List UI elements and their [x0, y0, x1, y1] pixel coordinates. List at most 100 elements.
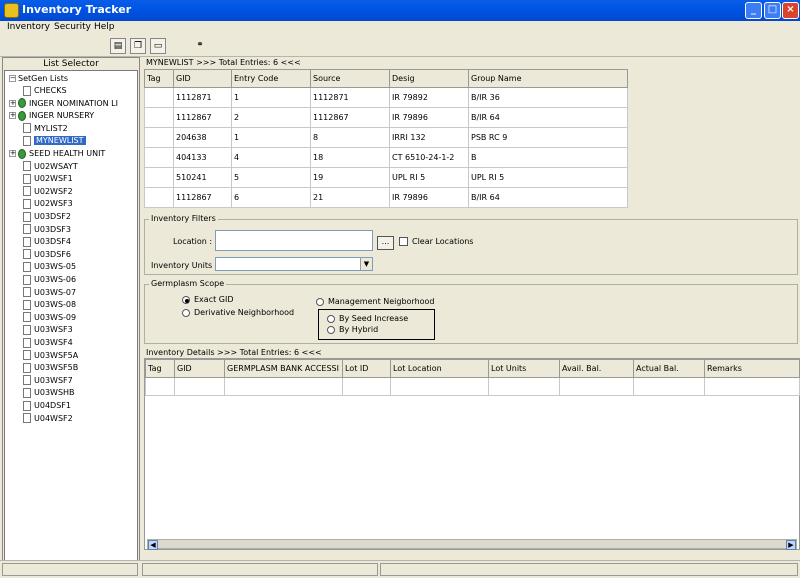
list-table[interactable]: Tag GID Entry Code Source Desig Group Name 11…: [144, 69, 628, 208]
expand-icon[interactable]: +: [9, 150, 16, 157]
table-cell[interactable]: 204638: [173, 127, 232, 148]
table-cell[interactable]: 1: [231, 87, 311, 108]
column-header[interactable]: Lot ID: [342, 359, 391, 378]
table-cell[interactable]: 21: [310, 187, 390, 208]
tree-item[interactable]: MYLIST2: [23, 123, 68, 135]
table-cell[interactable]: 2: [231, 107, 311, 128]
maximize-button[interactable]: □: [764, 2, 781, 19]
copy-icon[interactable]: ❐: [130, 38, 146, 54]
table-cell[interactable]: 1: [231, 127, 311, 148]
tree-item[interactable]: U02WSF3: [23, 198, 73, 210]
tree-item[interactable]: U03WSF5A: [23, 350, 78, 362]
details-table[interactable]: Tag GID GERMPLASM BANK ACCESSI Lot ID Lot Lo…: [145, 359, 800, 396]
table-cell[interactable]: 1112871: [173, 87, 232, 108]
clear-locations-checkbox[interactable]: Clear Locations: [399, 237, 473, 246]
tree-item[interactable]: U02WSF2: [23, 186, 73, 198]
hybrid-radio[interactable]: By Hybrid: [327, 325, 378, 334]
browse-location-button[interactable]: ...: [377, 236, 394, 250]
column-header[interactable]: Source: [310, 69, 390, 88]
column-header[interactable]: Lot Location: [390, 359, 489, 378]
list-tree[interactable]: − SetGen Lists CHECKS + INGER NOMINATION LI…: [4, 70, 138, 575]
tree-item[interactable]: U03WSF3: [23, 324, 73, 336]
column-header[interactable]: Tag: [144, 69, 174, 88]
derivative-radio[interactable]: Derivative Neighborhood: [182, 308, 294, 317]
column-header[interactable]: Group Name: [468, 69, 628, 88]
tree-item[interactable]: U03DSF2: [23, 211, 71, 223]
table-cell[interactable]: IR 79896: [389, 187, 469, 208]
tree-item[interactable]: U03DSF4: [23, 236, 71, 248]
column-header[interactable]: Actual Bal.: [633, 359, 705, 378]
tree-item[interactable]: U04DSF1: [23, 400, 71, 412]
table-cell[interactable]: IRRI 132: [389, 127, 469, 148]
table-cell[interactable]: UPL RI 5: [389, 167, 469, 188]
tree-item[interactable]: U03WSF7: [23, 375, 73, 387]
table-cell[interactable]: 1112871: [310, 87, 390, 108]
table-cell[interactable]: B/IR 36: [468, 87, 628, 108]
column-header[interactable]: Entry Code: [231, 69, 311, 88]
tree-item[interactable]: MYNEWLIST: [23, 135, 86, 147]
tree-item[interactable]: U03DSF3: [23, 224, 71, 236]
table-cell[interactable]: [144, 87, 174, 108]
new-icon[interactable]: ▤: [110, 38, 126, 54]
open-icon[interactable]: ▭: [150, 38, 166, 54]
units-select[interactable]: ▼: [215, 257, 373, 271]
column-header[interactable]: GID: [173, 69, 232, 88]
chevron-down-icon[interactable]: ▼: [360, 258, 372, 270]
tree-item[interactable]: CHECKS: [23, 85, 67, 97]
table-cell[interactable]: 5: [231, 167, 311, 188]
column-header[interactable]: Avail. Bal.: [559, 359, 634, 378]
table-cell[interactable]: 19: [310, 167, 390, 188]
tree-item[interactable]: U03WSF4: [23, 337, 73, 349]
table-cell[interactable]: [144, 167, 174, 188]
scroll-left-icon[interactable]: ◀: [148, 540, 158, 550]
table-cell[interactable]: 1112867: [173, 107, 232, 128]
expand-icon[interactable]: +: [9, 99, 16, 107]
table-cell[interactable]: 18: [310, 147, 390, 168]
close-button[interactable]: ×: [782, 2, 799, 19]
tree-item[interactable]: U03WSF5B: [23, 362, 78, 374]
table-cell[interactable]: 1112867: [310, 107, 390, 128]
tree-item[interactable]: + INGER NURSERY: [9, 110, 94, 122]
column-header[interactable]: GERMPLASM BANK ACCESSI: [224, 359, 343, 378]
collapse-icon[interactable]: −: [9, 75, 16, 82]
tree-item[interactable]: + INGER NOMINATION LI: [9, 98, 118, 110]
column-header[interactable]: Tag: [145, 359, 175, 378]
tree-item[interactable]: U03WS-07: [23, 287, 76, 299]
tree-item[interactable]: U03WS-09: [23, 312, 76, 324]
table-cell[interactable]: UPL RI 5: [468, 167, 628, 188]
table-cell[interactable]: 510241: [173, 167, 232, 188]
column-header[interactable]: GID: [174, 359, 225, 378]
table-cell[interactable]: IR 79892: [389, 87, 469, 108]
table-cell[interactable]: [144, 187, 174, 208]
column-header[interactable]: Desig: [389, 69, 469, 88]
menu-help[interactable]: Help: [94, 22, 115, 32]
scroll-right-icon[interactable]: ▶: [786, 540, 796, 550]
column-header[interactable]: Remarks: [704, 359, 800, 378]
tree-item[interactable]: U03WSHB: [23, 387, 75, 399]
table-cell[interactable]: 4: [231, 147, 311, 168]
expand-icon[interactable]: +: [9, 112, 16, 120]
table-cell[interactable]: PSB RC 9: [468, 127, 628, 148]
tree-item[interactable]: U04WSF2: [23, 413, 73, 425]
table-row[interactable]: 404133 4 18 CT 6510-24-1-2 B: [144, 147, 628, 168]
table-cell[interactable]: B/IR 64: [468, 187, 628, 208]
tree-item[interactable]: U03DSF6: [23, 249, 71, 261]
table-cell[interactable]: 8: [310, 127, 390, 148]
exact-gid-radio[interactable]: Exact GID: [182, 295, 234, 304]
menu-security[interactable]: Security: [54, 22, 91, 32]
horizontal-scrollbar[interactable]: ◀ ▶: [147, 539, 797, 550]
tree-item[interactable]: U02WSF1: [23, 173, 73, 185]
tree-item[interactable]: U03WS-05: [23, 261, 76, 273]
location-input[interactable]: [215, 230, 373, 251]
table-cell[interactable]: 404133: [173, 147, 232, 168]
seed-increase-radio[interactable]: By Seed Increase: [327, 314, 408, 323]
tree-item[interactable]: U02WSAYT: [23, 161, 78, 173]
table-row[interactable]: 204638 1 8 IRRI 132 PSB RC 9: [144, 127, 628, 148]
tree-item[interactable]: U03WS-06: [23, 274, 76, 286]
table-cell[interactable]: CT 6510-24-1-2: [389, 147, 469, 168]
tree-item[interactable]: U03WS-08: [23, 299, 76, 311]
table-cell[interactable]: B: [468, 147, 628, 168]
table-cell[interactable]: 1112867: [173, 187, 232, 208]
table-cell[interactable]: [144, 127, 174, 148]
management-radio[interactable]: Management Neigborhood: [316, 297, 435, 306]
